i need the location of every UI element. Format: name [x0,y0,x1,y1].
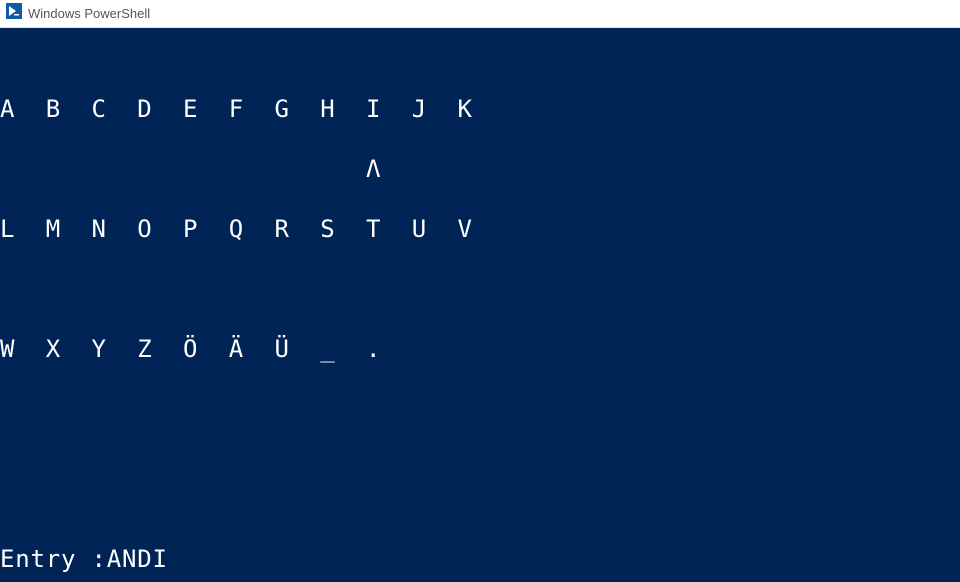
entry-label: Entry : [0,545,107,573]
terminal-output[interactable]: A B C D E F G H I J K Λ L M N O P Q R S … [0,28,960,582]
entry-value: ANDI [107,545,168,573]
powershell-icon [6,3,28,24]
alpha-blank-1 [0,274,960,304]
alpha-row-1: A B C D E F G H I J K [0,94,960,124]
titlebar[interactable]: Windows PowerShell [0,0,960,28]
alphabet-grid: A B C D E F G H I J K Λ L M N O P Q R S … [0,64,960,394]
alpha-row-2: L M N O P Q R S T U V [0,214,960,244]
alpha-row-3: W X Y Z Ö Ä Ü _ . [0,334,960,364]
blank-line [0,424,960,454]
alpha-caret-row: Λ [0,154,960,184]
blank-line [0,484,960,514]
window-title: Windows PowerShell [28,6,150,21]
entry-line: Entry :ANDI [0,544,960,574]
